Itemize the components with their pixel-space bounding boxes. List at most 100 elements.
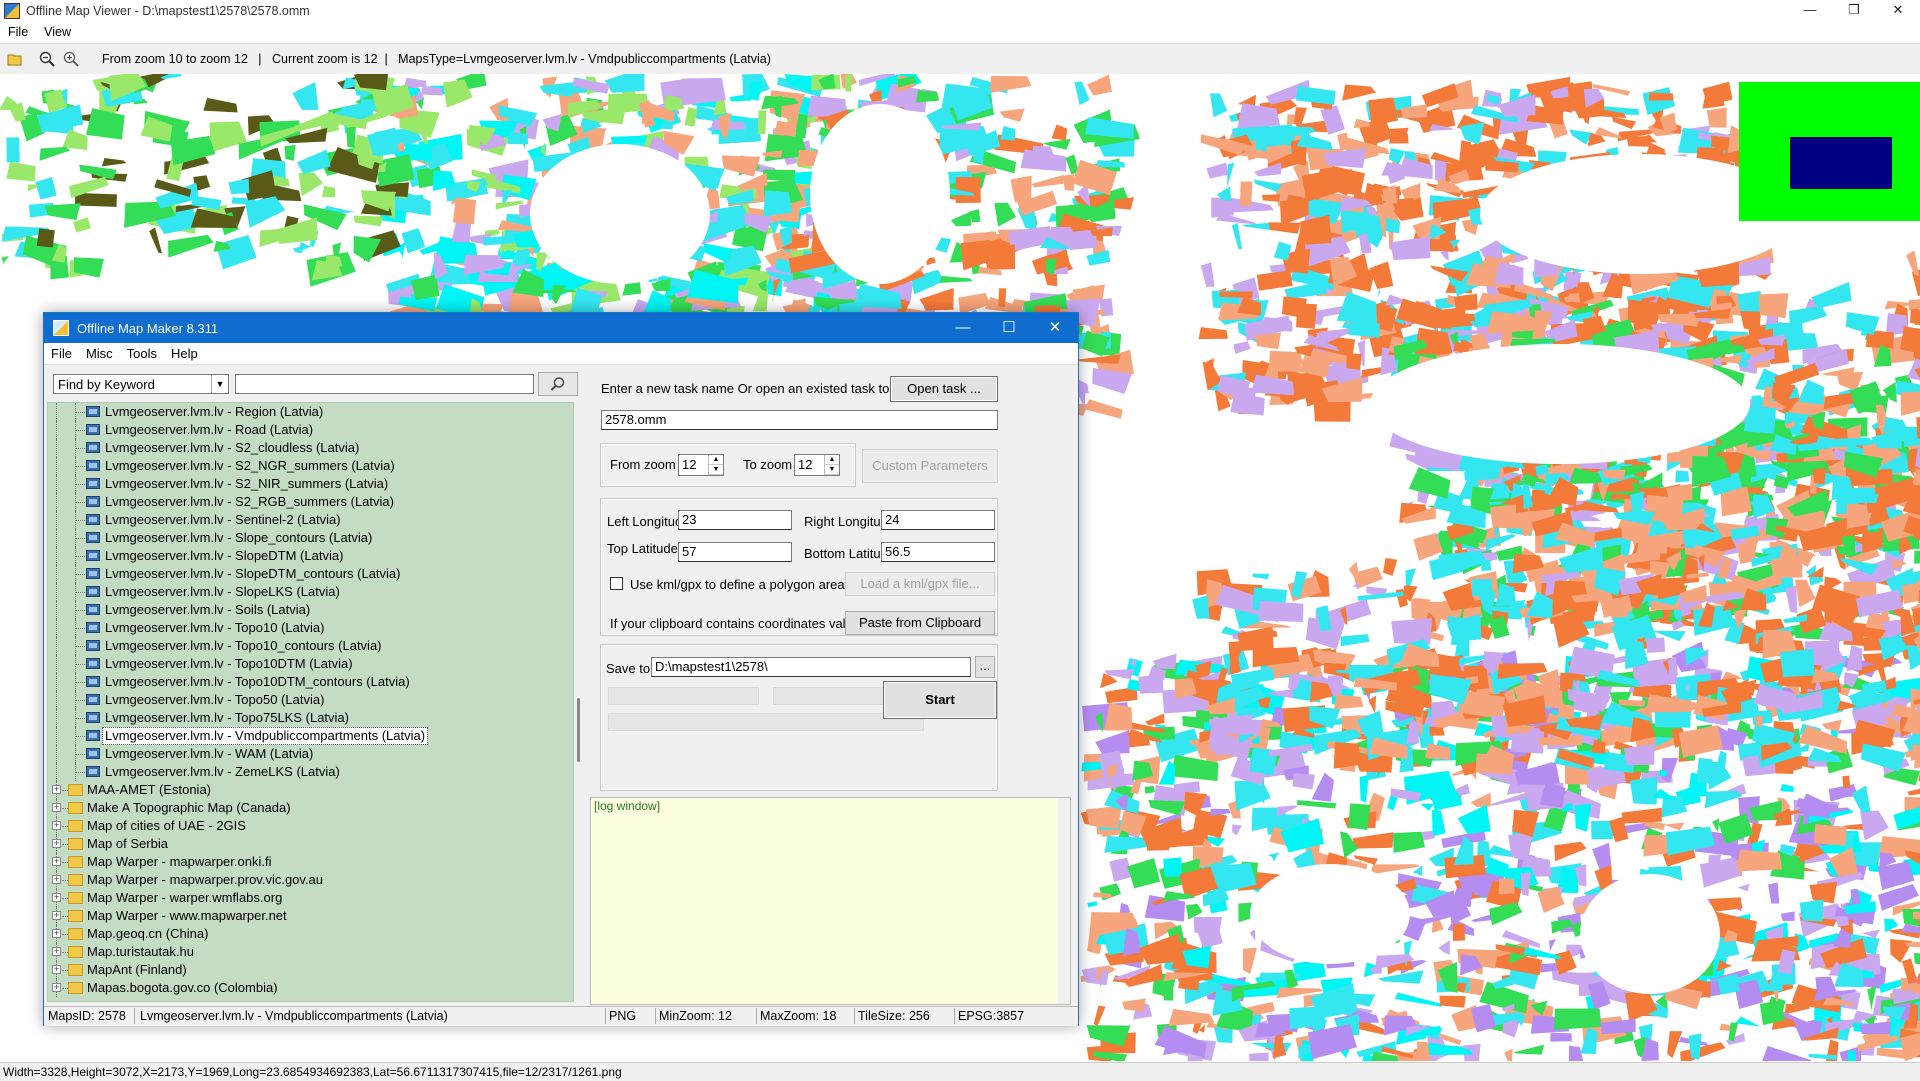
mm-menu-file[interactable]: File	[44, 346, 79, 361]
map-parcel	[989, 75, 1032, 94]
tree-folder-item[interactable]: + Map Warper - warper.wmflabs.org	[48, 889, 573, 907]
tree-map-item[interactable]: Lvmgeoserver.lvm.lv - S2_cloudless (Latv…	[48, 439, 573, 457]
tree-map-item[interactable]: Lvmgeoserver.lvm.lv - ZemeLKS (Latvia)	[48, 763, 573, 781]
minimize-button[interactable]: —	[1788, 0, 1832, 22]
search-input[interactable]	[235, 374, 534, 394]
tree-map-item[interactable]: Lvmgeoserver.lvm.lv - Topo10_contours (L…	[48, 637, 573, 655]
tree-map-item[interactable]: Lvmgeoserver.lvm.lv - Sentinel-2 (Latvia…	[48, 511, 573, 529]
map-parcel	[1498, 878, 1515, 895]
tree-map-item[interactable]: Lvmgeoserver.lvm.lv - Vmdpubliccompartme…	[48, 727, 573, 745]
tree-map-item[interactable]: Lvmgeoserver.lvm.lv - WAM (Latvia)	[48, 745, 573, 763]
tree-map-item[interactable]: Lvmgeoserver.lvm.lv - Region (Latvia)	[48, 403, 573, 421]
expand-icon[interactable]: +	[52, 803, 61, 812]
tree-map-item[interactable]: Lvmgeoserver.lvm.lv - SlopeLKS (Latvia)	[48, 583, 573, 601]
expand-icon[interactable]: +	[52, 821, 61, 830]
tree-scrollbar[interactable]	[574, 402, 584, 1002]
tree-folder-item[interactable]: + Mapas.bogota.gov.co (Colombia)	[48, 979, 573, 997]
mm-maximize-button[interactable]: ☐	[986, 313, 1032, 343]
spin-up-icon[interactable]: ▲	[709, 455, 723, 465]
map-parcel	[1138, 674, 1164, 694]
save-to-label: Save to:	[606, 661, 654, 676]
expand-icon[interactable]: +	[52, 947, 61, 956]
expand-icon[interactable]: +	[52, 875, 61, 884]
tree-folder-item[interactable]: + MAA-AMET (Estonia)	[48, 781, 573, 799]
from-zoom-stepper[interactable]: 12 ▲ ▼	[678, 454, 724, 476]
bottom-latitude-input[interactable]: 56.5	[881, 542, 995, 562]
paste-from-clipboard-button[interactable]: Paste from Clipboard	[845, 611, 995, 635]
tree-folder-item[interactable]: + Map Warper - mapwarper.prov.vic.gov.au	[48, 871, 573, 889]
tree-map-item[interactable]: Lvmgeoserver.lvm.lv - Slope_contours (La…	[48, 529, 573, 547]
search-mode-select[interactable]: Find by Keyword ▼	[53, 374, 229, 394]
tree-folder-item[interactable]: + Map.geoq.cn (China)	[48, 925, 573, 943]
mm-close-button[interactable]: ✕	[1032, 313, 1078, 343]
map-parcel	[1000, 126, 1016, 141]
use-kml-checkbox[interactable]	[610, 577, 623, 590]
tree-folder-item[interactable]: + Map Warper - mapwarper.onki.fi	[48, 853, 573, 871]
search-button[interactable]	[538, 372, 578, 396]
to-zoom-stepper[interactable]: 12 ▲ ▼	[794, 454, 840, 476]
tree-map-item[interactable]: Lvmgeoserver.lvm.lv - Road (Latvia)	[48, 421, 573, 439]
spin-down-icon[interactable]: ▼	[709, 465, 723, 475]
spin-down-icon[interactable]: ▼	[825, 465, 839, 475]
viewer-menu-file[interactable]: File	[0, 25, 36, 39]
map-parcel	[1520, 872, 1531, 897]
start-button[interactable]: Start	[883, 681, 997, 719]
tree-map-item[interactable]: Lvmgeoserver.lvm.lv - S2_NIR_summers (La…	[48, 475, 573, 493]
open-folder-icon[interactable]	[6, 50, 24, 68]
tree-map-item[interactable]: Lvmgeoserver.lvm.lv - Topo50 (Latvia)	[48, 691, 573, 709]
log-scrollbar[interactable]	[1058, 798, 1070, 1004]
tree-folder-item[interactable]: + Map of Serbia	[48, 835, 573, 853]
zoom-in-icon[interactable]	[62, 50, 80, 68]
chevron-down-icon[interactable]: ▼	[211, 375, 228, 393]
maps-tree[interactable]: Lvmgeoserver.lvm.lv - Region (Latvia) Lvm…	[47, 402, 574, 1002]
expand-icon[interactable]: +	[52, 965, 61, 974]
viewer-titlebar: Offline Map Viewer - D:\mapstest1\2578\2…	[0, 0, 1920, 22]
mm-menu-misc[interactable]: Misc	[79, 346, 120, 361]
mm-menu-help[interactable]: Help	[164, 346, 205, 361]
tree-map-item[interactable]: Lvmgeoserver.lvm.lv - S2_RGB_summers (La…	[48, 493, 573, 511]
minimap-viewport[interactable]	[1790, 137, 1892, 189]
tree-map-item[interactable]: Lvmgeoserver.lvm.lv - Topo10DTM_contours…	[48, 673, 573, 691]
browse-button[interactable]: ...	[975, 656, 995, 678]
viewer-menu-view[interactable]: View	[36, 25, 79, 39]
tree-map-item[interactable]: Lvmgeoserver.lvm.lv - SlopeDTM_contours …	[48, 565, 573, 583]
expand-icon[interactable]: +	[52, 839, 61, 848]
zoom-out-icon[interactable]	[38, 50, 56, 68]
expand-icon[interactable]: +	[52, 983, 61, 992]
log-window[interactable]: [log window]	[590, 797, 1071, 1005]
tree-folder-item[interactable]: + Make A Topographic Map (Canada)	[48, 799, 573, 817]
top-latitude-input[interactable]: 57	[678, 542, 792, 562]
tree-map-item[interactable]: Lvmgeoserver.lvm.lv - SlopeDTM (Latvia)	[48, 547, 573, 565]
tree-map-item[interactable]: Lvmgeoserver.lvm.lv - Topo10 (Latvia)	[48, 619, 573, 637]
minimap[interactable]	[1739, 82, 1920, 221]
tree-map-item[interactable]: Lvmgeoserver.lvm.lv - Topo75LKS (Latvia)	[48, 709, 573, 727]
tree-folder-item[interactable]: + Map.turistautak.hu	[48, 943, 573, 961]
expand-icon[interactable]: +	[52, 929, 61, 938]
folder-icon	[68, 964, 83, 976]
expand-icon[interactable]: +	[52, 893, 61, 902]
left-longitude-input[interactable]: 23	[678, 510, 792, 530]
task-name-input[interactable]: 2578.omm	[601, 410, 998, 430]
save-path-input[interactable]: D:\mapstest1\2578\	[651, 657, 971, 677]
tree-map-item[interactable]: Lvmgeoserver.lvm.lv - Soils (Latvia)	[48, 601, 573, 619]
map-parcel	[1051, 124, 1068, 141]
map-parcel	[1696, 757, 1713, 784]
expand-icon[interactable]: +	[52, 911, 61, 920]
tree-folder-item[interactable]: + Map Warper - www.mapwarper.net	[48, 907, 573, 925]
spin-up-icon[interactable]: ▲	[825, 455, 839, 465]
mm-menu-tools[interactable]: Tools	[120, 346, 164, 361]
right-longitude-input[interactable]: 24	[881, 510, 995, 530]
expand-icon[interactable]: +	[52, 785, 61, 794]
tree-map-item[interactable]: Lvmgeoserver.lvm.lv - S2_NGR_summers (La…	[48, 457, 573, 475]
custom-parameters-button[interactable]: Custom Parameters	[862, 449, 998, 483]
to-zoom-value: 12	[798, 457, 813, 472]
mm-minimize-button[interactable]: —	[940, 313, 986, 343]
close-button[interactable]: ✕	[1876, 0, 1920, 22]
tree-folder-item[interactable]: + MapAnt (Finland)	[48, 961, 573, 979]
maximize-button[interactable]: ❐	[1832, 0, 1876, 22]
tree-folder-item[interactable]: + Map of cities of UAE - 2GIS	[48, 817, 573, 835]
load-kml-button[interactable]: Load a kml/gpx file...	[845, 572, 995, 596]
expand-icon[interactable]: +	[52, 857, 61, 866]
open-task-button[interactable]: Open task ...	[890, 376, 998, 402]
tree-map-item[interactable]: Lvmgeoserver.lvm.lv - Topo10DTM (Latvia)	[48, 655, 573, 673]
